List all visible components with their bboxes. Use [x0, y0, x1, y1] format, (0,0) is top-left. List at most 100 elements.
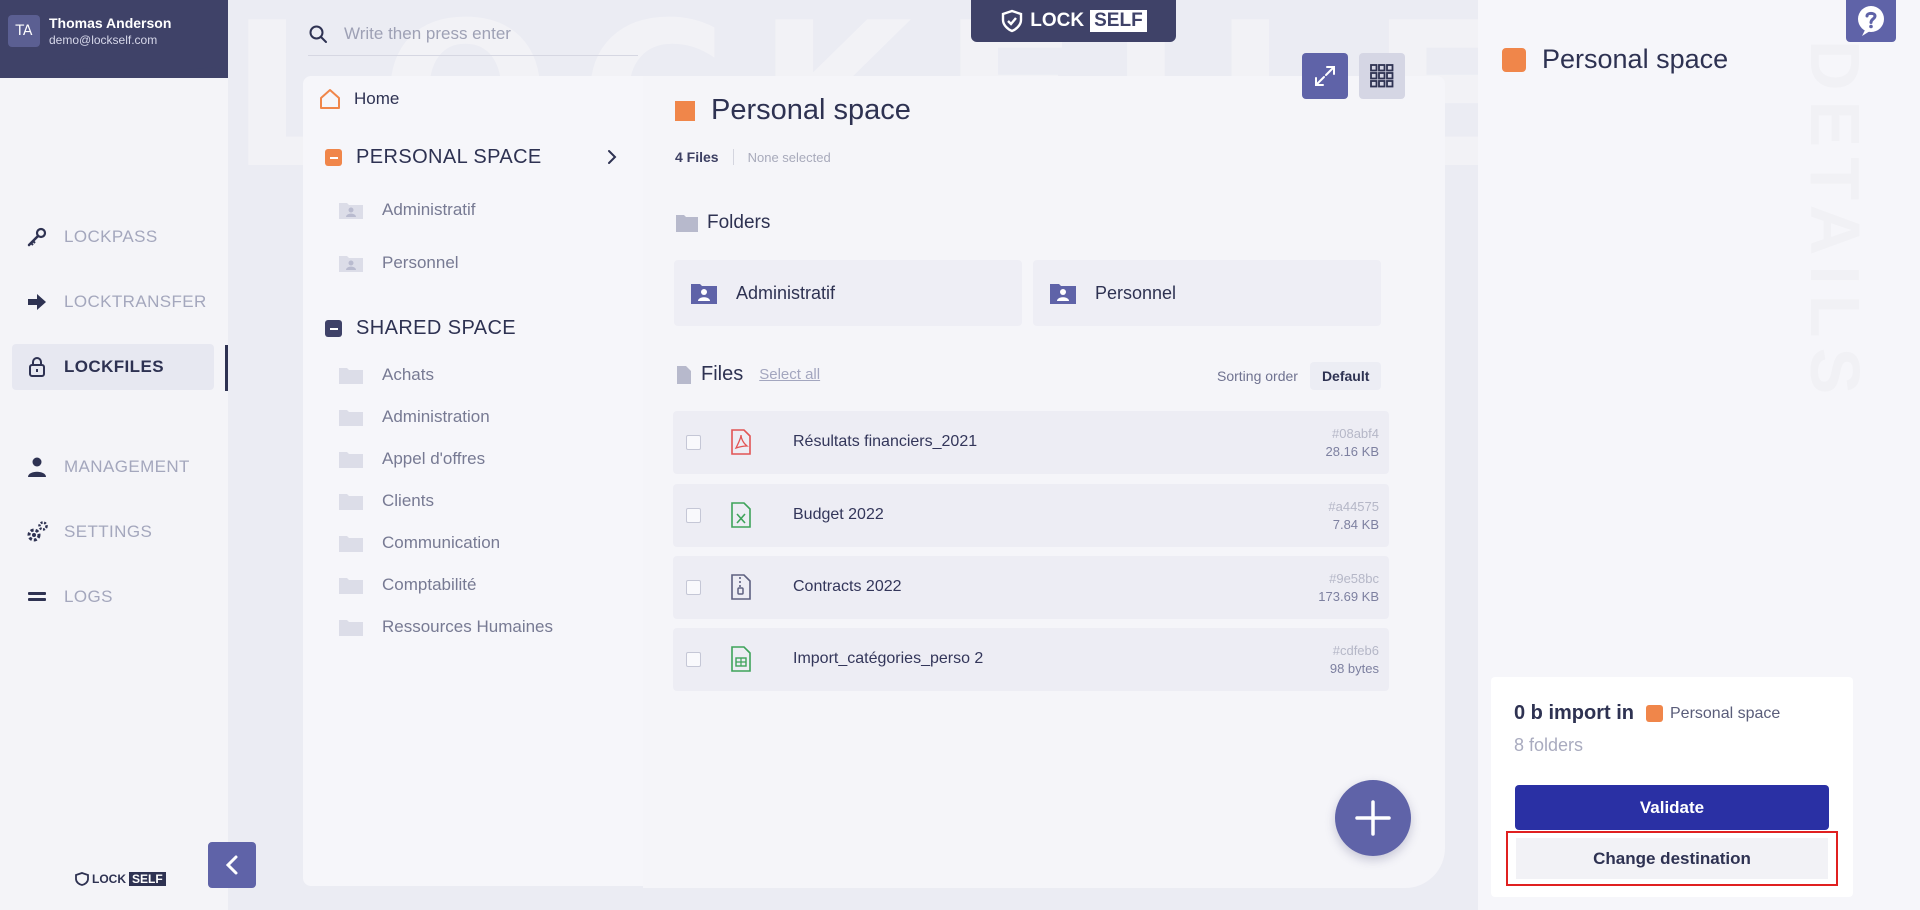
collapse-sidebar-button[interactable] — [208, 842, 256, 888]
tree-folder-appel-doffres[interactable]: Appel d'offres — [338, 449, 485, 469]
lockself-logo: LOCK SELF — [971, 0, 1176, 42]
personal-space-icon — [1502, 47, 1526, 72]
folder-icon — [339, 410, 363, 426]
expand-icon — [1315, 66, 1335, 86]
search-input[interactable] — [344, 23, 624, 44]
logo-lock-text: LOCK — [92, 872, 126, 886]
tree-folder-label: Personnel — [382, 253, 459, 272]
nav-item-locktransfer[interactable]: LOCKTRANSFER — [12, 279, 214, 325]
user-folder-icon — [339, 256, 363, 272]
file-hash: #08abf4 — [1332, 426, 1379, 441]
file-checkbox[interactable] — [686, 435, 701, 450]
selection-status: None selected — [747, 149, 831, 165]
tree-folder-label: Communication — [382, 533, 501, 552]
lockself-logo-small: LOCK SELF — [75, 872, 166, 886]
nav-item-settings[interactable]: SETTINGS — [12, 509, 214, 555]
file-hash: #a44575 — [1328, 499, 1379, 514]
main-panel — [643, 76, 1445, 888]
folder-icon — [339, 494, 363, 510]
tree-folder-administration[interactable]: Administration — [338, 407, 490, 427]
logo-self-text: SELF — [1090, 10, 1147, 32]
folder-icon — [339, 578, 363, 594]
folder-icon — [339, 452, 363, 468]
file-row[interactable]: Import_catégories_perso 2 #cdfeb6 98 byte… — [673, 628, 1389, 691]
folder-card-administratif[interactable]: Administratif — [674, 260, 1022, 326]
file-checkbox[interactable] — [686, 580, 701, 595]
change-destination-button[interactable]: Change destination — [1506, 831, 1838, 886]
chevron-left-icon — [225, 855, 238, 875]
folder-icon — [339, 368, 363, 384]
import-target: Personal space — [1670, 704, 1781, 722]
folder-card-label: Personnel — [1095, 282, 1177, 303]
details-title-text: Personal space — [1542, 44, 1729, 74]
tree-folder-label: Clients — [382, 491, 434, 510]
sorting-dropdown[interactable]: Default — [1309, 362, 1382, 390]
nav-label: LOCKFILES — [64, 357, 164, 376]
user-email: demo@lockself.com — [49, 33, 158, 47]
import-folders-count: 8 folders — [1514, 735, 1584, 755]
nav-label: SETTINGS — [64, 522, 153, 541]
file-checkbox[interactable] — [686, 508, 701, 523]
excel-file-icon — [731, 502, 751, 528]
tree-folder-comptabilite[interactable]: Comptabilité — [338, 575, 477, 595]
tree-home[interactable]: Home — [318, 86, 399, 112]
key-icon — [25, 225, 49, 249]
user-name: Thomas Anderson — [49, 15, 172, 31]
add-button[interactable] — [1335, 780, 1411, 856]
files-heading-label: Files — [701, 363, 744, 385]
shield-icon — [75, 872, 89, 886]
file-name: Budget 2022 — [793, 506, 884, 523]
tree-folder-ressources-humaines[interactable]: Ressources Humaines — [338, 617, 553, 637]
file-name: Import_catégories_perso 2 — [793, 650, 984, 667]
avatar[interactable]: TA — [8, 15, 40, 47]
folder-icon — [339, 620, 363, 636]
active-indicator — [225, 345, 228, 391]
tree-folder-label: Ressources Humaines — [382, 617, 554, 636]
nav-label: LOCKTRANSFER — [64, 292, 207, 311]
nav-item-lockfiles[interactable]: LOCKFILES — [12, 344, 214, 390]
select-all-link[interactable]: Select all — [759, 366, 820, 383]
nav-item-logs[interactable]: LOGS — [12, 574, 214, 620]
logo-lock-text: LOCK — [1030, 10, 1085, 31]
zip-file-icon — [731, 574, 751, 600]
nav-item-management[interactable]: MANAGEMENT — [12, 444, 214, 490]
divider — [732, 149, 734, 165]
file-checkbox[interactable] — [686, 652, 701, 667]
tree-folder-personnel[interactable]: Personnel — [338, 253, 459, 273]
file-hash: #9e58bc — [1329, 571, 1379, 586]
personal-space-icon — [1646, 705, 1663, 722]
search-bar[interactable] — [308, 12, 638, 56]
file-row[interactable]: Contracts 2022 #9e58bc 173.69 KB — [673, 556, 1389, 619]
file-row[interactable]: Résultats financiers_2021 #08abf4 28.16 K… — [673, 411, 1389, 474]
page-title-text: Personal space — [711, 94, 911, 126]
folder-tree-panel — [303, 76, 643, 886]
home-icon — [320, 89, 340, 109]
tree-folder-label: Comptabilité — [382, 575, 477, 594]
import-summary: 0 b import in Personal space — [1514, 702, 1780, 725]
tree-folder-clients[interactable]: Clients — [338, 491, 434, 511]
tree-folder-communication[interactable]: Communication — [338, 533, 500, 553]
chevron-right-icon[interactable] — [606, 149, 618, 165]
tree-shared-space-label: SHARED SPACE — [356, 317, 517, 339]
validate-button[interactable]: Validate — [1515, 785, 1829, 830]
help-button[interactable] — [1846, 0, 1896, 42]
fullscreen-button[interactable] — [1302, 53, 1348, 99]
tree-shared-space[interactable]: SHARED SPACE — [325, 317, 516, 340]
folder-card-personnel[interactable]: Personnel — [1033, 260, 1381, 326]
grid-view-button[interactable] — [1359, 53, 1405, 99]
tree-personal-space[interactable]: PERSONAL SPACE — [325, 146, 542, 169]
shield-icon — [1002, 9, 1023, 33]
plus-icon — [1355, 800, 1391, 836]
nav-item-lockpass[interactable]: LOCKPASS — [12, 214, 214, 260]
tree-folder-administratif[interactable]: Administratif — [338, 200, 476, 220]
files-heading: Files Select all — [675, 363, 820, 386]
header-wave — [0, 60, 228, 78]
file-row[interactable]: Budget 2022 #a44575 7.84 KB — [673, 484, 1389, 547]
sorting-order: Sorting order Default — [1217, 362, 1382, 390]
tree-folder-label: Appel d'offres — [382, 449, 486, 468]
user-folder-icon — [691, 284, 717, 304]
personal-space-icon — [325, 149, 342, 166]
tree-folder-achats[interactable]: Achats — [338, 365, 434, 385]
personal-space-icon — [675, 100, 695, 121]
shared-space-icon — [325, 320, 342, 337]
